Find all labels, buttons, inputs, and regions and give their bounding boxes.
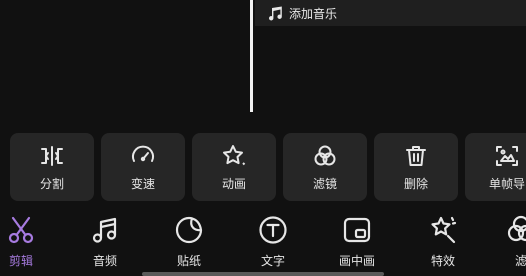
nav-edit[interactable]: 剪辑 — [0, 214, 56, 274]
tool-label: 动画 — [221, 176, 246, 191]
tool-row: 分割 变速 动画 滤镜 删除 单帧导 — [10, 133, 526, 201]
nav-effects[interactable]: 特效 — [408, 214, 478, 274]
add-music-track[interactable]: 添加音乐 — [255, 0, 526, 26]
playhead[interactable] — [250, 0, 253, 112]
scissors-icon — [8, 216, 34, 244]
tool-label: 删除 — [403, 176, 428, 191]
nav-label: 音频 — [92, 254, 117, 268]
delete-button[interactable]: 删除 — [374, 133, 458, 201]
bottom-nav: 剪辑 音频 贴纸 文字 画中画 特效 滤 — [0, 208, 526, 276]
nav-label: 文字 — [260, 254, 285, 268]
nav-label: 画中画 — [338, 254, 375, 268]
nav-sticker[interactable]: 贴纸 — [154, 214, 224, 274]
split-button[interactable]: 分割 — [10, 133, 94, 201]
split-icon — [41, 145, 63, 166]
nav-label: 滤 — [514, 254, 526, 268]
tool-label: 单帧导 — [488, 176, 525, 191]
home-indicator — [142, 272, 384, 276]
nav-text[interactable]: 文字 — [238, 214, 308, 274]
text-icon — [259, 216, 287, 244]
frame-export-icon — [496, 145, 518, 166]
tool-label: 变速 — [130, 176, 155, 191]
tool-label: 滤镜 — [312, 176, 337, 191]
star-animation-icon — [223, 144, 246, 165]
music-note-icon — [269, 6, 282, 21]
sticker-icon — [175, 216, 203, 244]
animation-button[interactable]: 动画 — [192, 133, 276, 201]
speed-gauge-icon — [132, 145, 154, 162]
add-music-label: 添加音乐 — [289, 6, 338, 21]
filter-button[interactable]: 滤镜 — [283, 133, 367, 201]
music-note-icon — [92, 217, 117, 243]
speed-button[interactable]: 变速 — [101, 133, 185, 201]
timeline-area[interactable]: 添加音乐 — [0, 0, 526, 120]
filter-icon — [507, 215, 526, 242]
nav-picture-in-picture[interactable]: 画中画 — [322, 214, 392, 274]
nav-filter[interactable]: 滤 — [486, 214, 526, 274]
nav-label: 贴纸 — [176, 254, 201, 268]
picture-in-picture-icon — [343, 217, 371, 243]
tool-label: 分割 — [39, 176, 64, 191]
frame-export-button[interactable]: 单帧导 — [465, 133, 526, 201]
effects-icon — [431, 216, 457, 244]
nav-audio[interactable]: 音频 — [70, 214, 140, 274]
filter-circles-icon — [314, 145, 336, 165]
nav-label: 特效 — [430, 254, 455, 268]
nav-label: 剪辑 — [8, 254, 33, 268]
trash-icon — [406, 145, 426, 166]
